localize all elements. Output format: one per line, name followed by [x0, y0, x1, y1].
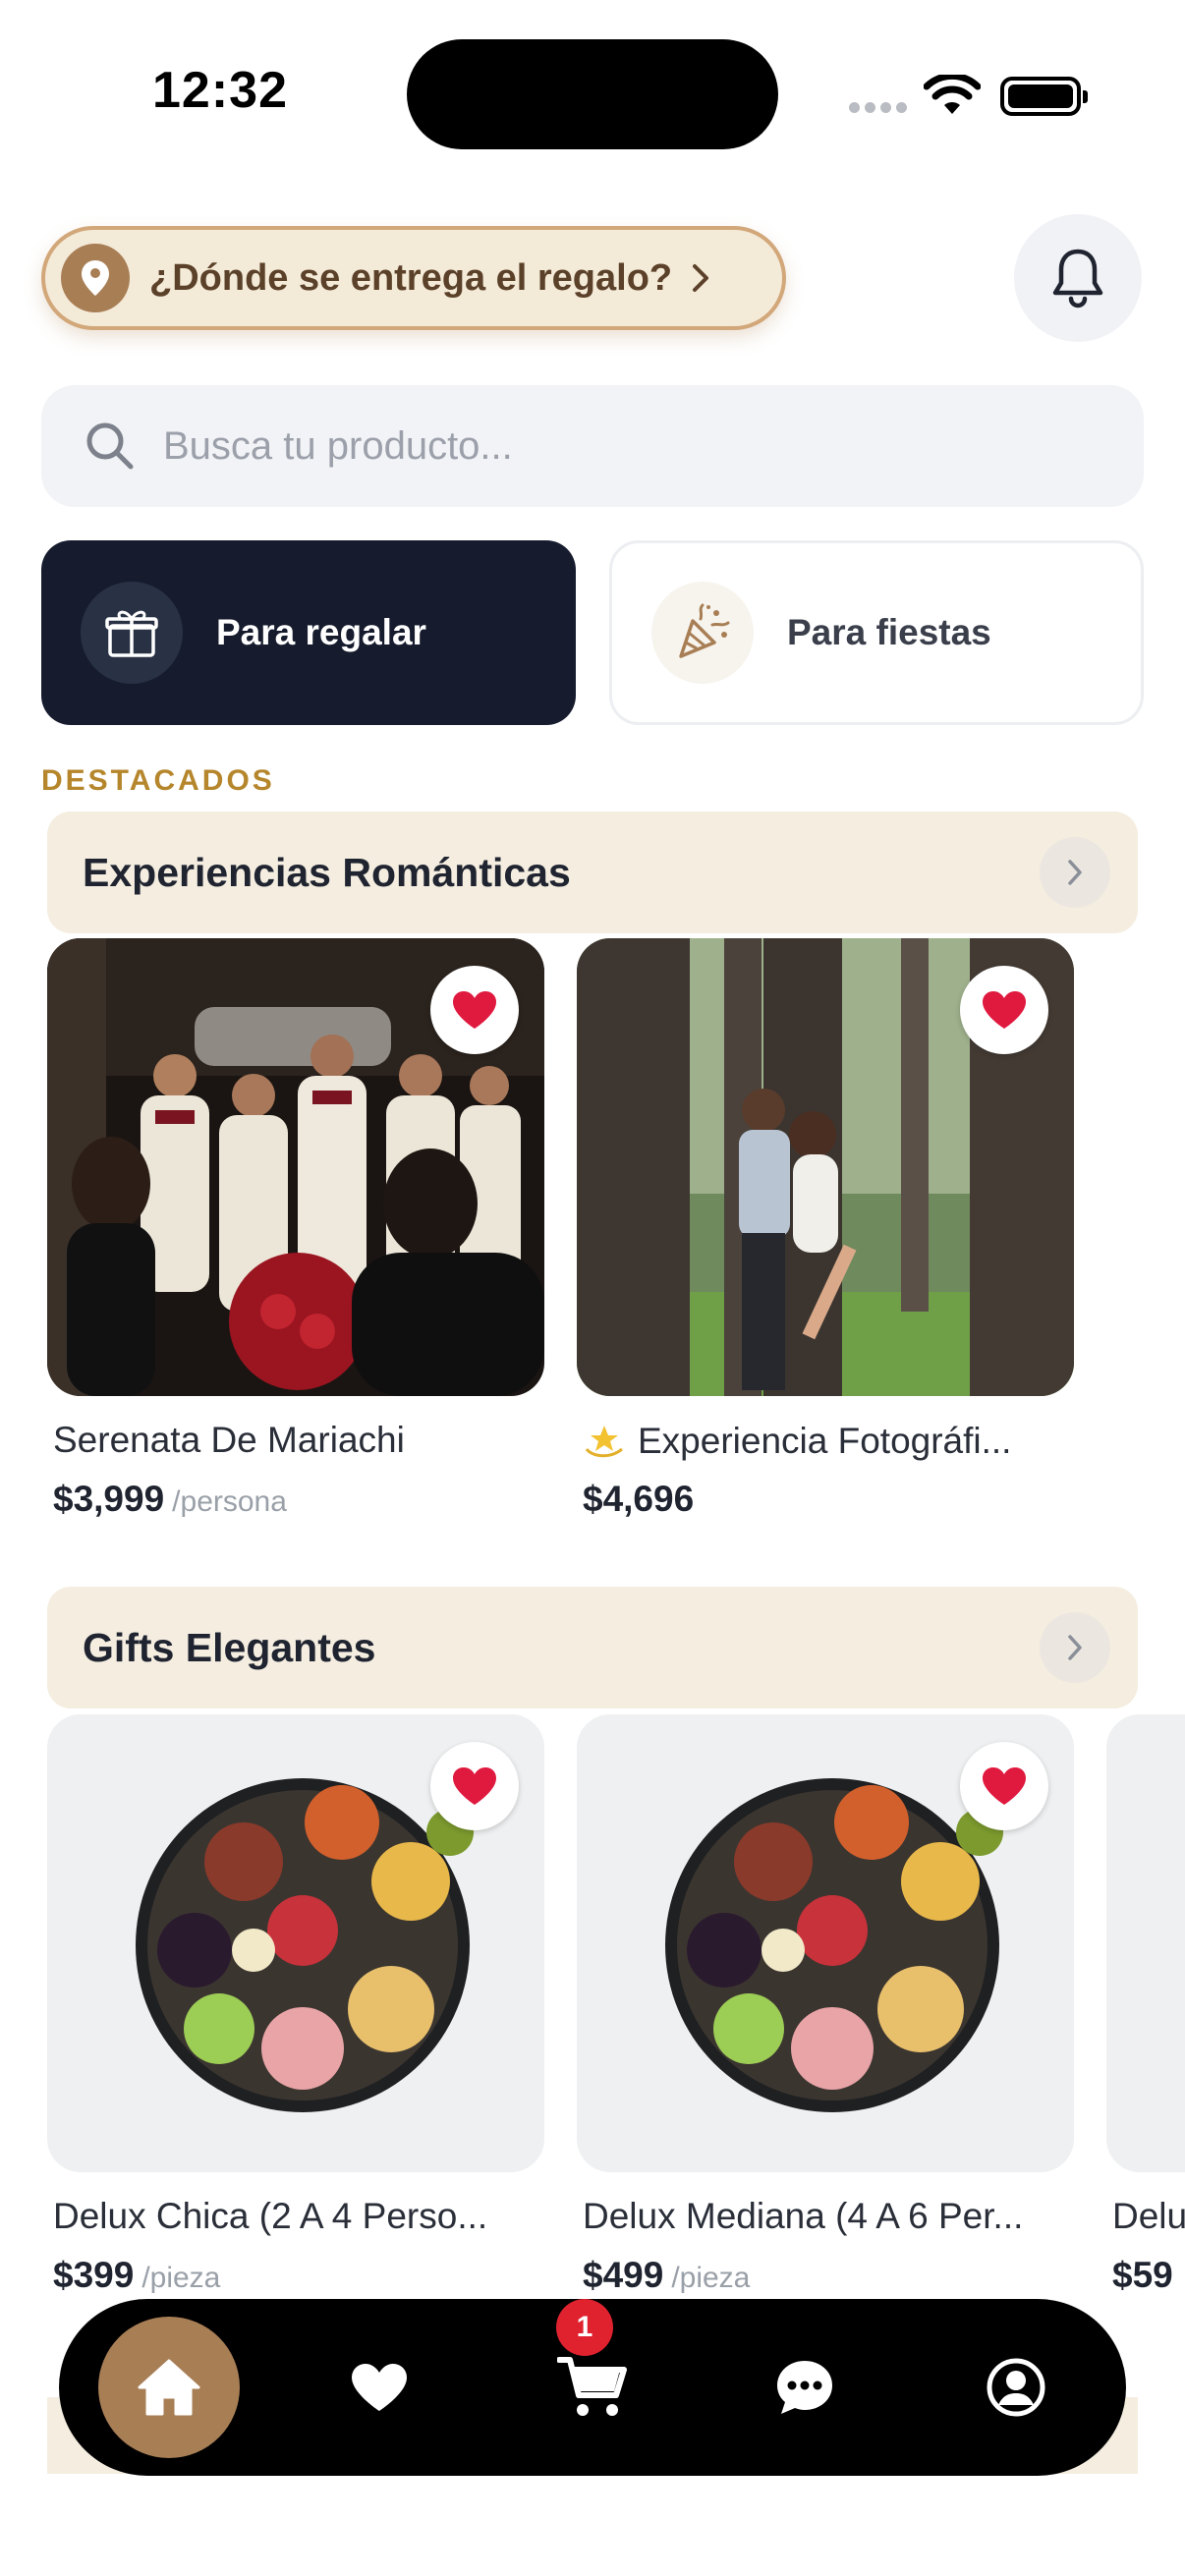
category-para-fiestas[interactable]: Para fiestas [609, 540, 1144, 725]
chat-icon [777, 2361, 832, 2414]
category-label: Para fiestas [787, 612, 991, 652]
product-name: Serenata De Mariachi [53, 1420, 405, 1460]
search-placeholder: Busca tu producto... [163, 423, 513, 468]
location-pin-icon [61, 244, 130, 312]
cart-count-badge: 1 [556, 2299, 613, 2356]
dizzy-star-icon [585, 1426, 623, 1458]
favorite-button[interactable] [430, 1742, 519, 1830]
section-title: Experiencias Románticas [83, 849, 571, 895]
product-price: $4,696 [583, 1479, 695, 1519]
product-image-mariachi[interactable] [47, 938, 544, 1396]
wifi-icon [924, 75, 981, 114]
section-header-experiencias[interactable]: Experiencias Románticas [47, 812, 1138, 933]
status-time: 12:32 [152, 62, 288, 119]
favorite-button[interactable] [960, 966, 1048, 1054]
nav-favorites-button[interactable] [309, 2299, 450, 2476]
section-header-gifts[interactable]: Gifts Elegantes [47, 1587, 1138, 1708]
notifications-button[interactable] [1014, 214, 1142, 342]
chevron-right-icon[interactable] [1040, 1612, 1110, 1683]
heart-icon [453, 991, 496, 1029]
heart-icon [983, 1767, 1026, 1805]
product-card[interactable]: Serenata De Mariachi $3,999/persona [47, 938, 544, 1528]
nav-home-button[interactable] [98, 2317, 240, 2458]
gift-icon [81, 582, 183, 684]
profile-icon [987, 2358, 1045, 2417]
heart-icon [453, 1767, 496, 1805]
chevron-right-icon [693, 264, 709, 292]
product-image-partial[interactable] [1106, 1714, 1185, 2172]
category-label: Para regalar [216, 612, 426, 652]
category-para-regalar[interactable]: Para regalar [41, 540, 576, 725]
favorite-button[interactable] [430, 966, 519, 1054]
cart-icon [557, 2357, 627, 2416]
product-card[interactable]: Delu $59 [1106, 1714, 1185, 2304]
featured-label: DESTACADOS [41, 764, 275, 797]
party-popper-icon [651, 582, 754, 684]
product-price: $399/pieza [53, 2255, 221, 2295]
search-input[interactable]: Busca tu producto... [41, 385, 1144, 507]
bell-icon [1052, 249, 1103, 308]
product-name: Experiencia Fotográfi... [583, 1420, 1094, 1462]
dynamic-island [407, 39, 778, 149]
product-card[interactable]: Delux Mediana (4 A 6 Per... $499/pieza [577, 1714, 1074, 2304]
home-icon [138, 2359, 200, 2416]
favorite-button[interactable] [960, 1742, 1048, 1830]
signal-icon [849, 102, 908, 114]
product-card[interactable]: Delux Chica (2 A 4 Perso... $399/pieza [47, 1714, 544, 2304]
product-card[interactable]: Experiencia Fotográfi... $4,696 [577, 938, 1074, 1528]
nav-profile-button[interactable] [945, 2299, 1087, 2476]
product-price: $59 [1112, 2255, 1173, 2295]
location-prompt: ¿Dónde se entrega el regalo? [149, 256, 673, 299]
product-price: $499/pieza [583, 2255, 751, 2295]
product-image-delux-chica[interactable] [47, 1714, 544, 2172]
delivery-location-button[interactable]: ¿Dónde se entrega el regalo? [41, 226, 786, 330]
search-icon [86, 422, 134, 470]
product-name: Delux Chica (2 A 4 Perso... [53, 2196, 488, 2236]
product-image-fotografia[interactable] [577, 938, 1074, 1396]
section-title: Gifts Elegantes [83, 1624, 376, 1670]
product-image-delux-mediana[interactable] [577, 1714, 1074, 2172]
product-name: Delu [1112, 2196, 1185, 2236]
product-name: Delux Mediana (4 A 6 Per... [583, 2196, 1024, 2236]
chevron-right-icon[interactable] [1040, 837, 1110, 908]
heart-icon [983, 991, 1026, 1029]
heart-icon [352, 2364, 407, 2411]
product-price: $3,999/persona [53, 1479, 287, 1519]
nav-chat-button[interactable] [734, 2299, 875, 2476]
battery-icon [1000, 77, 1088, 116]
